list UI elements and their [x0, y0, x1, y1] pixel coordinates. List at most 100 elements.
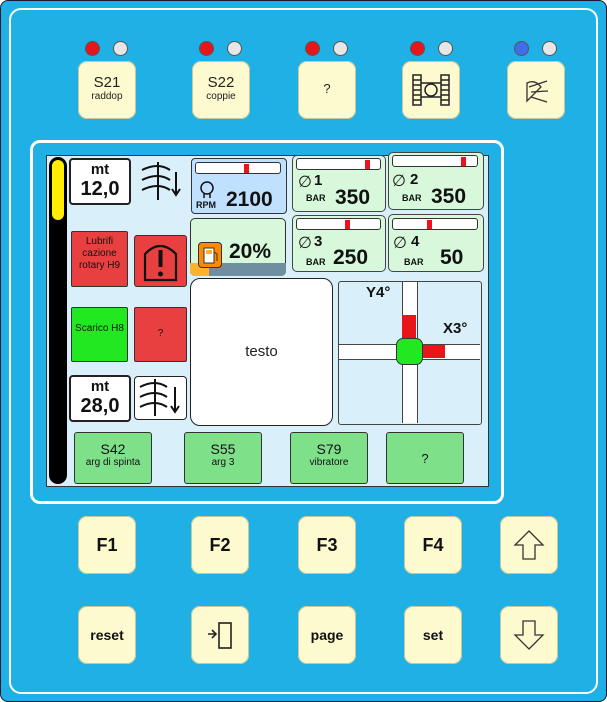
reset-key[interactable]: reset: [78, 606, 136, 664]
depth-bottom-value: 28,0: [80, 395, 120, 417]
pressure-gauge-1-marker: [365, 160, 370, 169]
s42-label: S42: [100, 441, 126, 457]
pressure-4-value: 50: [440, 246, 464, 269]
s21-key-sub: raddop: [91, 91, 123, 102]
set-key[interactable]: set: [404, 606, 462, 664]
tracks-key[interactable]: [402, 61, 460, 119]
led-s22-red: [199, 41, 214, 56]
scarico-tile[interactable]: Scarico H8: [71, 307, 128, 362]
led-s21-off: [113, 41, 128, 56]
pressure-gauge-1: [296, 158, 381, 170]
pressure-gauge-4: [392, 218, 478, 230]
s22-key[interactable]: S22 coppie: [192, 61, 250, 119]
drill-bottom-tile: [134, 376, 187, 420]
s22-key-label: S22: [207, 74, 235, 91]
drill-down-bottom-icon: [139, 379, 180, 416]
led-s22-off: [227, 41, 242, 56]
scarico-label: Scarico H8: [75, 323, 124, 334]
pressure-2-index: 2: [410, 171, 419, 188]
fuel-value: 20%: [229, 240, 272, 263]
pressure-3-index: 3: [314, 233, 323, 250]
unknown-top-key[interactable]: ?: [298, 61, 356, 119]
depth-bar: [49, 157, 67, 484]
unknown-soft-button[interactable]: ?: [386, 432, 464, 484]
s42-sub: arg di spinta: [85, 457, 141, 468]
led-light-blue: [514, 41, 529, 56]
f2-key[interactable]: F2: [191, 516, 249, 574]
depth-top-unit: mt: [90, 161, 110, 178]
arrow-down-icon: [513, 620, 545, 650]
warning-tile: [134, 235, 187, 287]
s55-button[interactable]: S55 arg 3: [184, 432, 262, 484]
pressure-1-unit: BAR: [306, 193, 326, 203]
rpm-value: 2100: [226, 188, 273, 211]
depth-bottom-display: mt 28,0: [69, 375, 131, 422]
work-light-key[interactable]: [507, 61, 565, 119]
s55-sub: arg 3: [211, 457, 235, 468]
pressure-3-gauge-icon: ∅: [298, 235, 312, 252]
pressure-gauge-4-marker: [427, 220, 432, 229]
s55-label: S55: [210, 441, 236, 457]
s22-key-sub: coppie: [206, 91, 236, 102]
led-s21-red: [85, 41, 100, 56]
pressure-3-unit: BAR: [306, 257, 326, 267]
led-light-off: [542, 41, 557, 56]
rpm-gauge-marker: [244, 164, 249, 173]
work-light-icon: [526, 80, 549, 103]
f4-key[interactable]: F4: [404, 516, 462, 574]
s79-sub: vibratore: [309, 457, 349, 468]
pressure-4-unit: BAR: [404, 257, 424, 267]
engine-icon: [200, 181, 214, 198]
depth-top-value: 12,0: [80, 178, 120, 200]
f3-key[interactable]: F3: [298, 516, 356, 574]
arrow-down-key[interactable]: [500, 606, 558, 664]
unknown-top-key-label: ?: [323, 81, 331, 96]
led-unknown-red: [305, 41, 320, 56]
drill-down-icon: [141, 162, 181, 200]
exit-door-icon: [208, 622, 232, 649]
lubrication-alarm-tile[interactable]: Lubrifi cazione rotary H9: [71, 231, 128, 287]
depth-top-display: mt 12,0: [69, 158, 131, 205]
tracked-vehicle-icon: [412, 74, 450, 106]
tilt-indicator: Y4° X3°: [338, 281, 482, 425]
led-tracks-red: [410, 41, 425, 56]
pressure-4-index: 4: [411, 233, 420, 250]
depth-bottom-unit: mt: [90, 378, 110, 395]
arrow-up-icon: [513, 530, 545, 560]
pressure-1-gauge-icon: ∅: [298, 174, 312, 191]
pressure-1-index: 1: [314, 172, 323, 189]
unknown-soft-label: ?: [421, 451, 429, 466]
pressure-4-gauge-icon: ∅: [393, 235, 407, 252]
tilt-y-label: Y4°: [366, 284, 391, 301]
message-text: testo: [245, 343, 278, 360]
s21-key[interactable]: S21 raddop: [78, 61, 136, 119]
s79-button[interactable]: S79 vibratore: [290, 432, 368, 484]
pressure-2-value: 350: [431, 185, 467, 208]
message-box: testo: [190, 278, 333, 426]
s79-label: S79: [316, 441, 342, 457]
pressure-gauge-3-marker: [345, 220, 350, 229]
pressure-3-value: 250: [333, 246, 369, 269]
led-tracks-off: [438, 41, 453, 56]
pressure-2-unit: BAR: [402, 193, 422, 203]
rpm-gauge: [195, 162, 281, 174]
tilt-center-bubble: [396, 338, 423, 365]
s21-key-label: S21: [93, 74, 121, 91]
tilt-x-label: X3°: [443, 320, 468, 337]
fuel-pump-icon: [198, 242, 222, 268]
arrow-up-key[interactable]: [500, 516, 558, 574]
unknown-red-label: ?: [157, 328, 164, 339]
f1-key[interactable]: F1: [78, 516, 136, 574]
depth-bar-fill: [52, 160, 64, 220]
page-key[interactable]: page: [298, 606, 356, 664]
lubrication-alarm-label: Lubrifi cazione rotary H9: [78, 236, 121, 271]
s42-button[interactable]: S42 arg di spinta: [74, 432, 152, 484]
led-unknown-off: [333, 41, 348, 56]
unknown-red-tile[interactable]: ?: [134, 307, 187, 362]
exit-key[interactable]: [191, 606, 249, 664]
pressure-1-value: 350: [335, 186, 371, 209]
pressure-2-gauge-icon: ∅: [392, 173, 406, 190]
warning-exclamation-icon: [143, 244, 178, 282]
pressure-gauge-3: [296, 218, 381, 230]
rpm-label: RPM: [196, 200, 216, 210]
